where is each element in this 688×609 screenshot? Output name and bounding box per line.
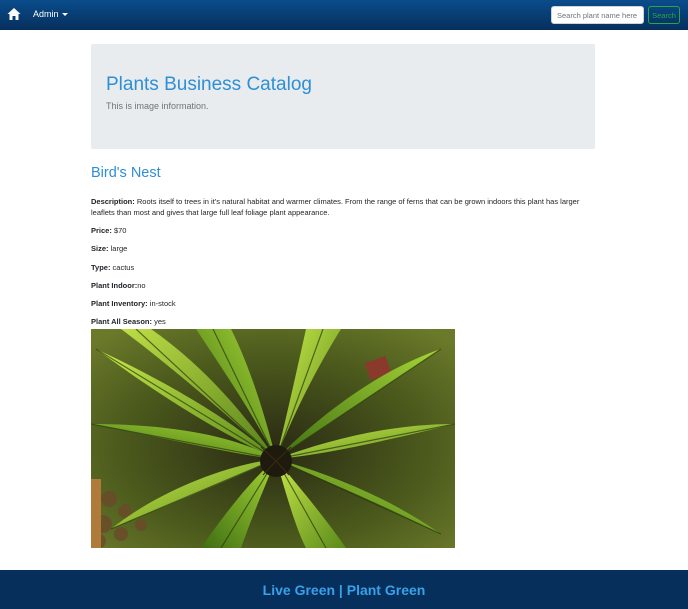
inventory-label: Plant Inventory: (91, 299, 148, 308)
size-label: Size: (91, 244, 109, 253)
description-value: Roots itself to trees in it's natural ha… (91, 197, 580, 217)
price-label: Price: (91, 226, 112, 235)
plant-indoor: Plant Indoor:no (91, 280, 596, 291)
season-label: Plant All Season: (91, 317, 152, 326)
page-subtitle: This is image information. (106, 101, 209, 111)
search-button[interactable]: Search (648, 6, 680, 24)
plant-type: Type: cactus (91, 262, 596, 273)
size-value: large (110, 244, 128, 253)
indoor-value: no (137, 281, 146, 290)
indoor-label: Plant Indoor: (91, 281, 138, 290)
search-input[interactable] (551, 6, 644, 24)
page-title: Plants Business Catalog (106, 74, 312, 95)
home-icon[interactable] (7, 7, 21, 21)
plant-size: Size: large (91, 243, 596, 254)
footer-tagline: Live Green | Plant Green (262, 581, 426, 598)
plant-photo (91, 329, 455, 548)
type-label: Type: (91, 263, 111, 272)
plant-name: Bird's Nest (91, 165, 161, 181)
admin-label: Admin (33, 9, 59, 19)
catalog-header: Plants Business Catalog This is image in… (91, 44, 595, 149)
navbar: Admin Search (0, 0, 688, 30)
plant-inventory: Plant Inventory: in-stock (91, 298, 596, 309)
type-value: cactus (112, 263, 135, 272)
admin-dropdown[interactable]: Admin (33, 9, 68, 19)
footer: Live Green | Plant Green (0, 570, 688, 609)
price-value: $70 (113, 226, 127, 235)
plant-price: Price: $70 (91, 225, 596, 236)
plant-description: Description: Roots itself to trees in it… (91, 196, 596, 218)
description-label: Description: (91, 197, 135, 206)
season-value: yes (154, 317, 166, 326)
inventory-value: in-stock (149, 299, 176, 308)
plant-all-season: Plant All Season: yes (91, 316, 596, 327)
chevron-down-icon (61, 12, 68, 16)
